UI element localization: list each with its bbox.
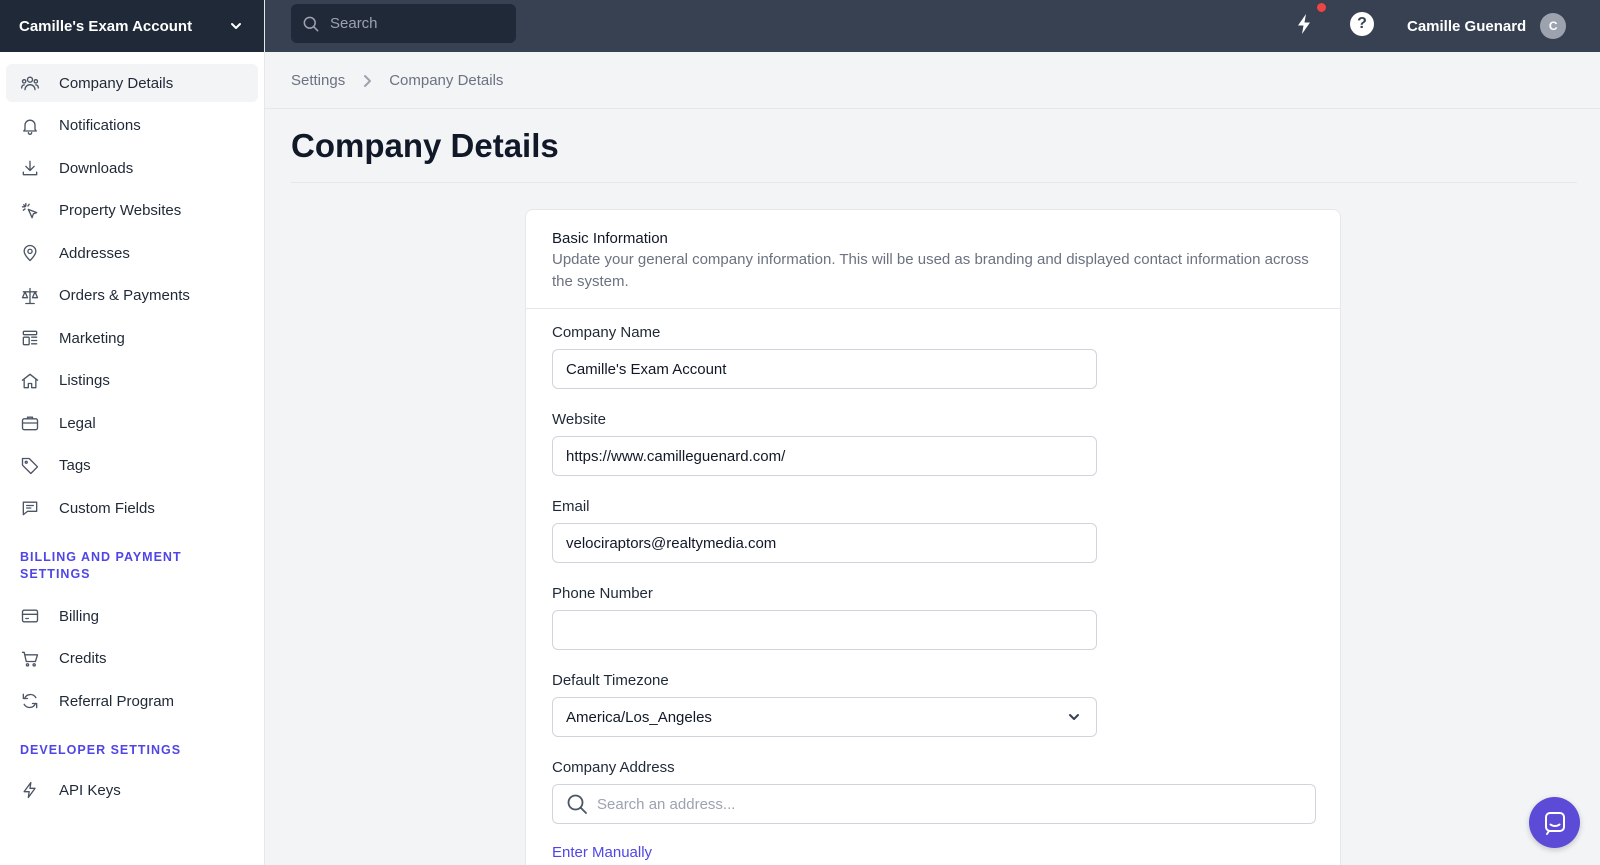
chevron-down-icon — [231, 23, 241, 29]
sidebar-item-label: Property Websites — [59, 202, 182, 219]
email-label: Email — [552, 498, 590, 515]
cursor-click-icon — [20, 201, 40, 221]
users-icon — [20, 73, 40, 93]
phone-number-field[interactable] — [552, 610, 1097, 650]
company-name-field[interactable]: Camille's Exam Account — [552, 349, 1097, 389]
card-header: Basic Information Update your general co… — [526, 210, 1340, 309]
sidebar-item-label: Notifications — [59, 117, 141, 134]
avatar: C — [1540, 13, 1567, 39]
basic-information-card: Basic Information Update your general co… — [525, 209, 1341, 865]
chevron-down-icon — [1069, 714, 1079, 720]
website-label: Website — [552, 411, 606, 428]
sidebar-item-orders-payments[interactable]: Orders & Payments — [6, 277, 258, 315]
refresh-icon — [20, 691, 40, 711]
breadcrumb-settings[interactable]: Settings — [291, 72, 345, 89]
sidebar-item-custom-fields[interactable]: Custom Fields — [6, 489, 258, 527]
email-field[interactable]: velociraptors@realtymedia.com — [552, 523, 1097, 563]
phone-number-label: Phone Number — [552, 585, 653, 602]
settings-nav: Company Details Notifications Downloads … — [0, 52, 264, 809]
sidebar-item-property-websites[interactable]: Property Websites — [6, 192, 258, 230]
chat-launcher-button[interactable] — [1529, 797, 1580, 848]
sidebar-item-label: Listings — [59, 372, 110, 389]
default-timezone-label: Default Timezone — [552, 672, 669, 689]
address-placeholder: Search an address... — [597, 795, 736, 813]
map-pin-icon — [20, 243, 40, 263]
address-search-input[interactable]: Search an address... — [552, 784, 1316, 824]
search-icon — [303, 16, 319, 31]
developer-section-title: DEVELOPER SETTINGS — [20, 743, 182, 757]
user-menu[interactable]: Camille Guenard C — [1407, 0, 1567, 52]
help-icon[interactable]: ? — [1350, 12, 1374, 36]
bell-icon — [20, 116, 40, 136]
sidebar-item-label: Credits — [59, 650, 107, 667]
search-input[interactable]: Search — [291, 4, 516, 43]
timezone-value: America/Los_Angeles — [566, 708, 712, 726]
account-switcher[interactable]: Camille's Exam Account — [0, 0, 264, 52]
sidebar: Camille's Exam Account Company Details N… — [0, 0, 265, 865]
sidebar-item-label: Tags — [59, 457, 91, 474]
chat-icon — [1544, 811, 1565, 835]
sidebar-item-listings[interactable]: Listings — [6, 362, 258, 400]
activity-lightning-icon[interactable] — [1292, 12, 1316, 36]
sidebar-item-label: Marketing — [59, 329, 125, 347]
shopping-cart-icon — [20, 649, 40, 669]
breadcrumb: Settings Company Details — [291, 72, 503, 89]
sidebar-item-label: API Keys — [59, 781, 121, 799]
top-bar: Search ? Camille Guenard C — [265, 0, 1600, 52]
breadcrumb-current: Company Details — [389, 72, 504, 89]
template-icon — [20, 328, 40, 348]
sidebar-item-billing[interactable]: Billing — [6, 597, 258, 635]
sidebar-item-label: Company Details — [59, 74, 174, 92]
company-name-label: Company Name — [552, 324, 661, 341]
divider — [265, 108, 1600, 109]
billing-section-title: BILLING AND PAYMENT SETTINGS — [20, 550, 182, 581]
tag-icon — [20, 456, 40, 476]
company-address-label: Company Address — [552, 759, 675, 776]
sidebar-item-credits[interactable]: Credits — [6, 640, 258, 678]
sidebar-item-label: Downloads — [59, 159, 134, 177]
briefcase-icon — [20, 413, 40, 433]
scale-icon — [20, 286, 40, 306]
sidebar-item-label: Addresses — [59, 244, 130, 262]
sidebar-item-company-details[interactable]: Company Details — [6, 64, 258, 102]
card-description: Update your general company information.… — [552, 251, 1309, 290]
sidebar-item-tags[interactable]: Tags — [6, 447, 258, 485]
page-title: Company Details — [291, 127, 559, 164]
notification-dot — [1315, 1, 1328, 14]
download-icon — [20, 158, 40, 178]
sidebar-item-label: Orders & Payments — [59, 287, 190, 304]
search-placeholder: Search — [330, 15, 378, 32]
sidebar-item-api-keys[interactable]: API Keys — [6, 771, 258, 809]
card-title: Basic Information — [552, 230, 668, 247]
search-icon — [567, 794, 587, 814]
sidebar-item-label: Legal — [59, 414, 96, 432]
sidebar-item-label: Custom Fields — [59, 499, 155, 517]
sidebar-item-addresses[interactable]: Addresses — [6, 234, 258, 272]
user-name: Camille Guenard — [1407, 17, 1527, 35]
sidebar-item-label: Billing — [59, 607, 100, 625]
chevron-right-icon — [359, 73, 375, 89]
credit-card-icon — [20, 606, 40, 626]
sidebar-item-downloads[interactable]: Downloads — [6, 149, 258, 187]
divider — [291, 182, 1577, 183]
enter-manually-link[interactable]: Enter Manually — [552, 844, 652, 861]
home-icon — [20, 371, 40, 391]
chat-alt-icon — [20, 498, 40, 518]
account-name: Camille's Exam Account — [19, 17, 193, 35]
sidebar-item-notifications[interactable]: Notifications — [6, 107, 258, 145]
timezone-select[interactable]: America/Los_Angeles — [552, 697, 1097, 737]
sidebar-item-legal[interactable]: Legal — [6, 404, 258, 442]
website-field[interactable]: https://www.camilleguenard.com/ — [552, 436, 1097, 476]
lightning-icon — [20, 780, 40, 800]
sidebar-item-referral-program[interactable]: Referral Program — [6, 682, 258, 720]
sidebar-item-marketing[interactable]: Marketing — [6, 319, 258, 357]
sidebar-item-label: Referral Program — [59, 692, 175, 710]
